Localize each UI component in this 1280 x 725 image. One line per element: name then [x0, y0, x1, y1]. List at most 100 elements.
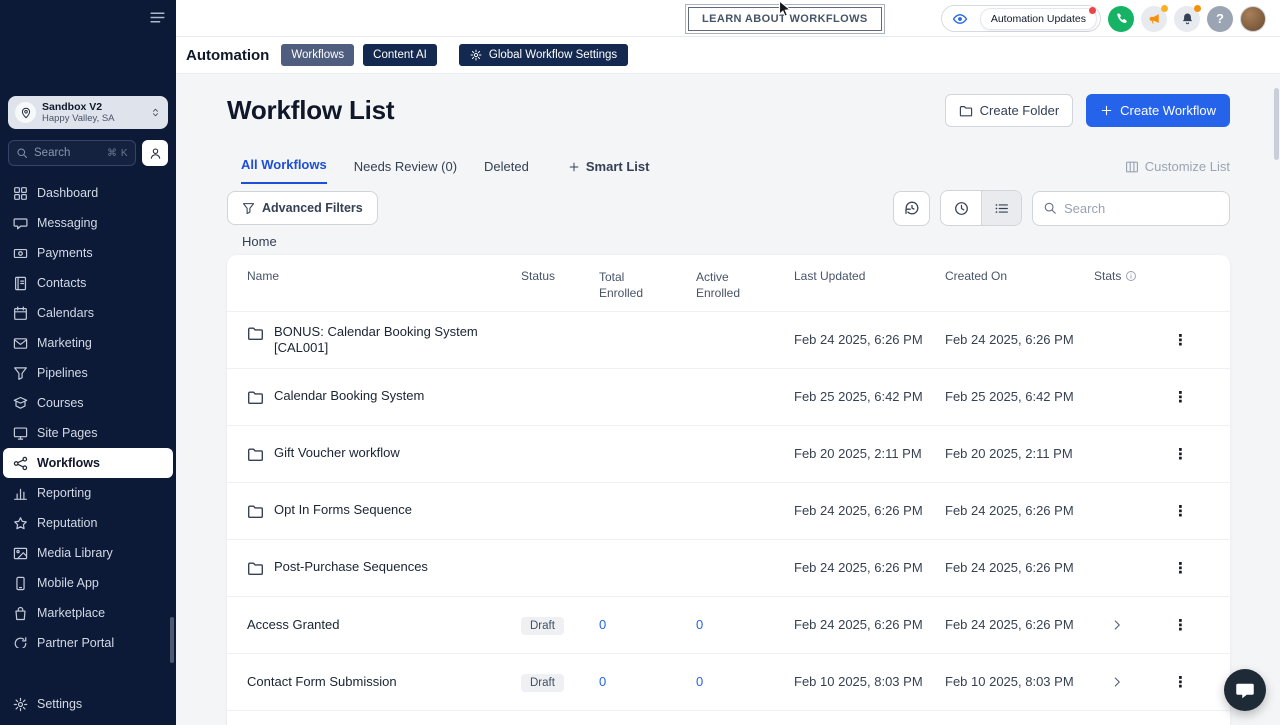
total-enrolled-value[interactable]: 0	[599, 617, 606, 632]
sidebar-item-marketing[interactable]: Marketing	[3, 328, 173, 358]
row-menu-button[interactable]: ⋮	[1169, 673, 1192, 692]
sidebar-scrollbar[interactable]	[170, 617, 174, 663]
learn-about-workflows-button[interactable]: LEARN ABOUT WORKFLOWS	[685, 4, 885, 34]
create-folder-button[interactable]: Create Folder	[944, 94, 1074, 127]
active-enrolled-value[interactable]: 0	[696, 617, 703, 632]
created-on-value: Feb 24 2025, 6:26 PM	[945, 560, 1074, 576]
tab-needs-review[interactable]: Needs Review (0)	[354, 159, 457, 184]
row-menu-button[interactable]: ⋮	[1169, 502, 1192, 521]
sidebar-item-settings[interactable]: Settings	[3, 689, 173, 719]
row-name[interactable]: Access Granted	[247, 617, 521, 633]
user-avatar[interactable]	[1240, 5, 1266, 32]
notifications-button[interactable]	[1174, 4, 1201, 32]
stats-chevron-icon[interactable]	[1110, 618, 1124, 632]
smart-list-button[interactable]: Smart List	[568, 159, 649, 184]
sidebar-item-pipelines[interactable]: Pipelines	[3, 358, 173, 388]
phone-icon	[1115, 12, 1128, 25]
total-enrolled-value[interactable]: 0	[599, 674, 606, 689]
folder-row[interactable]: Calendar Booking System Feb 25 2025, 6:42…	[227, 368, 1230, 425]
watch-eye-icon	[952, 11, 968, 27]
status-badge: Draft	[521, 674, 564, 693]
sidebar-item-mobile-app[interactable]: Mobile App	[3, 568, 173, 598]
folder-row[interactable]: BONUS: Calendar Booking System [CAL001] F…	[227, 311, 1230, 368]
row-menu-button[interactable]: ⋮	[1169, 388, 1192, 407]
app-root: Sandbox V2 Happy Valley, SA Search ⌘ K D…	[0, 0, 1280, 725]
phone-button[interactable]	[1108, 5, 1134, 32]
tab-all-workflows[interactable]: All Workflows	[241, 157, 327, 184]
row-menu-button[interactable]: ⋮	[1169, 331, 1192, 350]
active-enrolled-value[interactable]: 0	[696, 674, 703, 689]
sidebar-item-workflows[interactable]: Workflows	[3, 448, 173, 478]
row-name[interactable]: Gift Voucher workflow	[247, 445, 521, 463]
last-updated-value: Feb 25 2025, 6:42 PM	[794, 389, 923, 405]
workflow-icon	[13, 456, 28, 471]
enrollment-history-button[interactable]	[893, 190, 930, 226]
sidebar-collapse-icon[interactable]	[149, 9, 166, 26]
list-icon	[994, 201, 1009, 216]
sidebar-item-dashboard[interactable]: Dashboard	[3, 178, 173, 208]
payments-icon	[13, 246, 28, 261]
stats-chevron-icon[interactable]	[1110, 675, 1124, 689]
list-view-button[interactable]	[981, 191, 1021, 225]
location-switcher[interactable]: Sandbox V2 Happy Valley, SA	[8, 96, 168, 129]
advanced-filters-button[interactable]: Advanced Filters	[227, 191, 378, 225]
folder-row[interactable]: Opt In Forms Sequence Feb 24 2025, 6:26 P…	[227, 482, 1230, 539]
megaphone-icon	[1148, 12, 1161, 25]
sidebar: Sandbox V2 Happy Valley, SA Search ⌘ K D…	[0, 0, 176, 725]
workflow-row[interactable]: Email Sequence: WelcomeDraft00Feb 26 202…	[227, 710, 1230, 725]
row-name[interactable]: Calendar Booking System	[247, 388, 521, 406]
folder-icon	[247, 325, 264, 342]
location-pin-icon	[15, 102, 36, 123]
column-header-status: Status	[521, 269, 556, 283]
monitor-icon	[13, 426, 28, 441]
funnel-icon	[13, 366, 28, 381]
automation-updates-pill[interactable]: Automation Updates	[940, 5, 1101, 32]
sidebar-item-media-library[interactable]: Media Library	[3, 538, 173, 568]
last-updated-value: Feb 24 2025, 6:26 PM	[794, 617, 923, 633]
folder-row[interactable]: Post-Purchase Sequences Feb 24 2025, 6:26…	[227, 539, 1230, 596]
profile-quick-button[interactable]	[142, 140, 168, 166]
sidebar-item-contacts[interactable]: Contacts	[3, 268, 173, 298]
page-scrollbar[interactable]	[1274, 88, 1279, 160]
announcements-button[interactable]	[1141, 4, 1168, 32]
sidebar-item-partner-portal[interactable]: Partner Portal	[3, 628, 173, 648]
folder-row[interactable]: Gift Voucher workflow Feb 20 2025, 2:11 P…	[227, 425, 1230, 482]
sidebar-item-messaging[interactable]: Messaging	[3, 208, 173, 238]
row-menu-button[interactable]: ⋮	[1169, 445, 1192, 464]
last-updated-value: Feb 10 2025, 8:03 PM	[794, 674, 923, 690]
sidebar-item-calendars[interactable]: Calendars	[3, 298, 173, 328]
global-workflow-settings-button[interactable]: Global Workflow Settings	[458, 44, 629, 66]
workflow-row[interactable]: Access Granted Draft 0 0 Feb 24 2025, 6:26 P…	[227, 596, 1230, 653]
sidebar-item-courses[interactable]: Courses	[3, 388, 173, 418]
tab-deleted[interactable]: Deleted	[484, 159, 529, 184]
chat-widget-button[interactable]	[1224, 669, 1266, 711]
sidebar-item-payments[interactable]: Payments	[3, 238, 173, 268]
star-icon	[13, 516, 28, 531]
row-name[interactable]: Contact Form Submission	[247, 674, 521, 690]
sidebar-item-reputation[interactable]: Reputation	[3, 508, 173, 538]
automation-updates-badge[interactable]: Automation Updates	[979, 6, 1097, 30]
row-menu-button[interactable]: ⋮	[1169, 559, 1192, 578]
search-icon	[1043, 201, 1057, 215]
column-header-created-on: Created On	[945, 269, 1008, 283]
workflow-row[interactable]: Contact Form Submission Draft 0 0 Feb 10 202…	[227, 653, 1230, 710]
tab-workflows[interactable]: Workflows	[281, 44, 355, 66]
sidebar-search-input[interactable]: Search ⌘ K	[8, 140, 136, 166]
list-tabs: All Workflows Needs Review (0) Deleted S…	[227, 157, 1230, 184]
create-workflow-button[interactable]: Create Workflow	[1086, 94, 1230, 127]
workflow-search-input[interactable]	[1064, 200, 1219, 216]
gear-icon	[13, 697, 28, 712]
sidebar-item-reporting[interactable]: Reporting	[3, 478, 173, 508]
row-name[interactable]: Post-Purchase Sequences	[247, 559, 521, 577]
row-name[interactable]: Opt In Forms Sequence	[247, 502, 521, 520]
tab-content-ai[interactable]: Content AI	[363, 44, 437, 66]
row-name[interactable]: BONUS: Calendar Booking System [CAL001]	[247, 324, 521, 357]
clock-view-button[interactable]	[941, 191, 981, 225]
customize-list-button[interactable]: Customize List	[1125, 159, 1230, 184]
info-icon[interactable]	[1125, 270, 1137, 282]
row-menu-button[interactable]: ⋮	[1169, 616, 1192, 635]
help-button[interactable]: ?	[1207, 5, 1233, 32]
breadcrumb-home[interactable]: Home	[242, 234, 1230, 249]
sidebar-item-marketplace[interactable]: Marketplace	[3, 598, 173, 628]
sidebar-item-site-pages[interactable]: Site Pages	[3, 418, 173, 448]
